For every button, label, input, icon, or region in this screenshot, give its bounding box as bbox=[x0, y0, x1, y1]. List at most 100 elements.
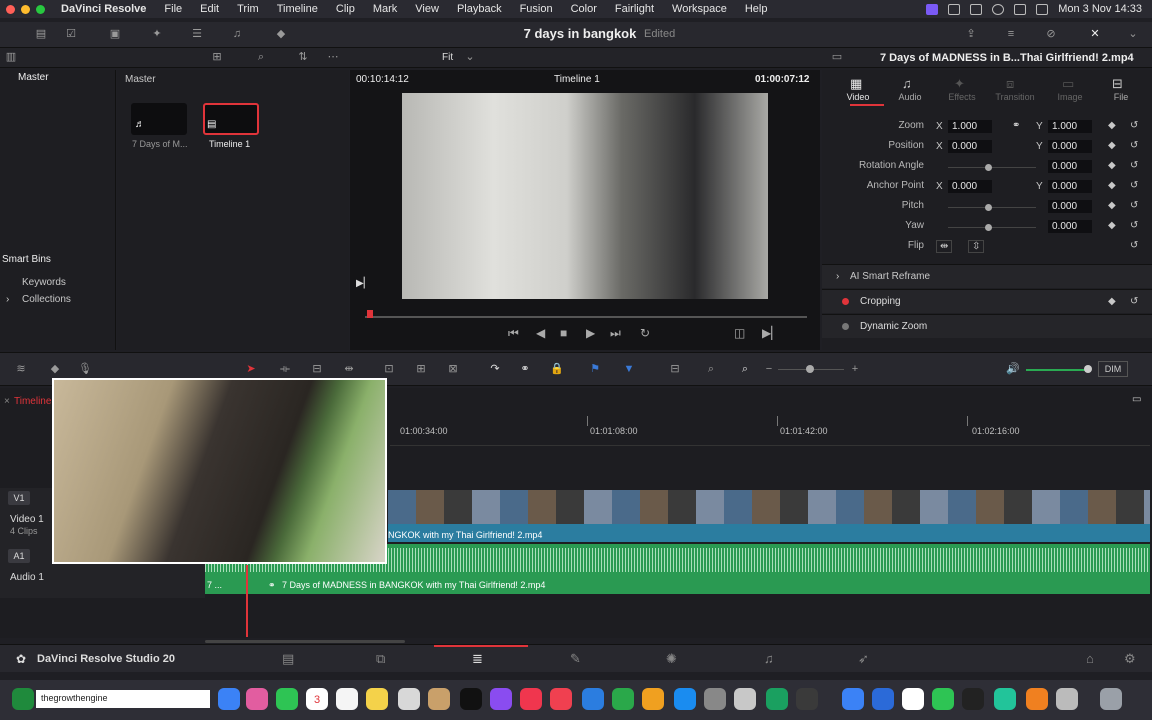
deliver-page-icon[interactable]: ➶ bbox=[858, 651, 869, 667]
viewer-zoom-select[interactable]: Fit bbox=[442, 52, 453, 63]
section-dynamic-zoom[interactable]: Dynamic Zoom bbox=[822, 314, 1152, 338]
dock-finder-icon[interactable] bbox=[842, 688, 864, 710]
reset-icon[interactable]: ↺ bbox=[1130, 160, 1138, 171]
reset-icon[interactable]: ↺ bbox=[1130, 296, 1138, 307]
timeline-clip-name[interactable]: Timeline 1 bbox=[209, 139, 250, 149]
timeline-ruler[interactable]: 01:00:34:00 01:01:08:00 01:01:42:00 01:0… bbox=[390, 410, 1150, 446]
dock-vlc-icon[interactable] bbox=[1026, 688, 1048, 710]
expand-icon[interactable]: ⌄ bbox=[1126, 28, 1140, 40]
media-page-icon[interactable]: ▤ bbox=[282, 651, 294, 667]
zoom-detail-icon[interactable]: ⌕ bbox=[704, 363, 718, 375]
dock-trash-icon[interactable] bbox=[1100, 688, 1122, 710]
position-lock-icon[interactable]: 🔒 bbox=[550, 363, 564, 375]
v1-track-badge[interactable]: V1 bbox=[8, 491, 30, 505]
viewer-video-frame[interactable] bbox=[402, 93, 768, 299]
menu-clock[interactable]: Mon 3 Nov 14:33 bbox=[1058, 3, 1142, 15]
menu-trim[interactable]: Trim bbox=[237, 3, 259, 15]
screen-record-icon[interactable] bbox=[926, 3, 939, 15]
notion-status-icon[interactable] bbox=[970, 3, 983, 15]
menu-edit[interactable]: Edit bbox=[200, 3, 219, 15]
reset-icon[interactable]: ↺ bbox=[1130, 220, 1138, 231]
snapping-icon[interactable]: ↷ bbox=[488, 363, 502, 375]
rotation-field[interactable]: 0.000 bbox=[1048, 160, 1092, 173]
edit-index-icon[interactable]: ☰ bbox=[190, 28, 204, 40]
reset-icon[interactable]: ↺ bbox=[1130, 180, 1138, 191]
marker-icon[interactable]: ◆ bbox=[48, 363, 62, 375]
transition-tab-icon[interactable]: ⧈ bbox=[1006, 76, 1014, 92]
dock-app-icon[interactable] bbox=[12, 688, 34, 710]
pitch-slider[interactable] bbox=[948, 207, 1036, 208]
app-status-icon[interactable] bbox=[948, 3, 961, 15]
bin-master[interactable]: Master bbox=[18, 72, 49, 83]
go-to-start-icon[interactable]: ⏮ bbox=[508, 326, 519, 341]
marker-color-icon[interactable]: ▼ bbox=[622, 363, 636, 375]
section-cropping[interactable]: Cropping ◆ ↺ bbox=[822, 289, 1152, 313]
search-icon[interactable] bbox=[1014, 3, 1027, 15]
menu-playback[interactable]: Playback bbox=[457, 3, 502, 15]
timeline-options-icon[interactable]: ≋ bbox=[14, 363, 28, 375]
zoom-out-icon[interactable]: − bbox=[762, 363, 776, 375]
reset-icon[interactable]: ↺ bbox=[1130, 140, 1138, 151]
reset-icon[interactable]: ↺ bbox=[1130, 200, 1138, 211]
menu-file[interactable]: File bbox=[164, 3, 182, 15]
keyframe-icon[interactable]: ◆ bbox=[1108, 120, 1116, 131]
effects-tab-icon[interactable]: ✦ bbox=[954, 76, 965, 92]
fairlight-page-icon[interactable]: ♫ bbox=[764, 651, 774, 666]
dock-appstore-icon[interactable] bbox=[674, 688, 696, 710]
timeline-tab[interactable]: Timeline bbox=[14, 396, 51, 407]
zoom-window-button[interactable] bbox=[36, 4, 45, 14]
dock-tv-icon[interactable] bbox=[460, 688, 482, 710]
dock-resolve-icon[interactable] bbox=[962, 688, 984, 710]
chevron-right-icon[interactable]: › bbox=[6, 294, 9, 305]
tab-video[interactable]: Video bbox=[828, 92, 888, 102]
sort-icon[interactable]: ⇅ bbox=[296, 51, 310, 63]
file-tab-icon[interactable]: ⊟ bbox=[1112, 76, 1123, 92]
master-volume-slider[interactable] bbox=[1026, 369, 1088, 371]
trim-tool-icon[interactable]: ⟛ bbox=[278, 363, 292, 375]
linked-selection-icon[interactable]: ⚭ bbox=[518, 363, 532, 375]
smart-bin-collections[interactable]: Collections bbox=[22, 294, 71, 305]
edit-page-icon[interactable]: ≣ bbox=[472, 651, 483, 667]
menu-clip[interactable]: Clip bbox=[336, 3, 355, 15]
menu-help[interactable]: Help bbox=[745, 3, 768, 15]
enable-dot-icon[interactable] bbox=[842, 323, 849, 330]
reset-icon[interactable]: ↺ bbox=[1130, 120, 1138, 131]
keyframe-icon[interactable]: ◆ bbox=[1108, 200, 1116, 211]
dock-keynote-icon[interactable] bbox=[582, 688, 604, 710]
section-ai-smart-reframe[interactable]: › AI Smart Reframe bbox=[822, 264, 1152, 288]
sync-bin-icon[interactable]: ☑ bbox=[64, 28, 78, 40]
zoom-x-field[interactable]: 1.000 bbox=[948, 120, 992, 133]
close-window-button[interactable] bbox=[6, 4, 15, 14]
zoom-y-field[interactable]: 1.000 bbox=[1048, 120, 1092, 133]
cut-page-icon[interactable]: ⧉ bbox=[376, 651, 385, 667]
media-clip-thumbnail[interactable]: ♬ bbox=[131, 103, 187, 135]
overwrite-clip-icon[interactable]: ⊞ bbox=[414, 363, 428, 375]
settings-gear-icon[interactable]: ⚙ bbox=[1124, 651, 1136, 667]
scrubber-bar[interactable] bbox=[365, 316, 807, 318]
metadata-icon[interactable]: ⊘ bbox=[1044, 28, 1058, 40]
timeline-playhead[interactable] bbox=[246, 565, 248, 637]
timeline-view-icon[interactable]: ▭ bbox=[1132, 394, 1141, 405]
dock-preview-icon[interactable] bbox=[734, 688, 756, 710]
dock-app-icon[interactable] bbox=[1056, 688, 1078, 710]
effects-icon[interactable]: ✦ bbox=[150, 28, 164, 40]
dock-pages-icon[interactable] bbox=[642, 688, 664, 710]
keyframe-icon[interactable]: ◆ bbox=[1108, 296, 1116, 307]
tab-file[interactable]: File bbox=[1091, 92, 1151, 102]
video-tab-icon[interactable]: ▦ bbox=[850, 76, 862, 92]
play-marker-icon[interactable]: ▶▏ bbox=[356, 278, 371, 289]
fusion-page-icon[interactable]: ✎ bbox=[570, 651, 581, 667]
volume-slider-handle[interactable] bbox=[1084, 365, 1092, 373]
previous-edit-icon[interactable]: ◫ bbox=[734, 326, 745, 340]
more-options-icon[interactable]: ⋯ bbox=[326, 51, 340, 63]
anchor-x-field[interactable]: 0.000 bbox=[948, 180, 992, 193]
mixer-icon[interactable]: ≡ bbox=[1004, 28, 1018, 40]
menu-color[interactable]: Color bbox=[571, 3, 597, 15]
yaw-slider-handle[interactable] bbox=[985, 224, 992, 231]
close-icon[interactable]: × bbox=[4, 396, 10, 407]
dock-app-icon[interactable] bbox=[796, 688, 818, 710]
dock-finder-icon[interactable] bbox=[218, 688, 240, 710]
next-edit-icon[interactable]: ▶▏ bbox=[762, 326, 780, 340]
media-icon[interactable]: ▣ bbox=[108, 28, 122, 40]
dock-numbers-icon[interactable] bbox=[612, 688, 634, 710]
